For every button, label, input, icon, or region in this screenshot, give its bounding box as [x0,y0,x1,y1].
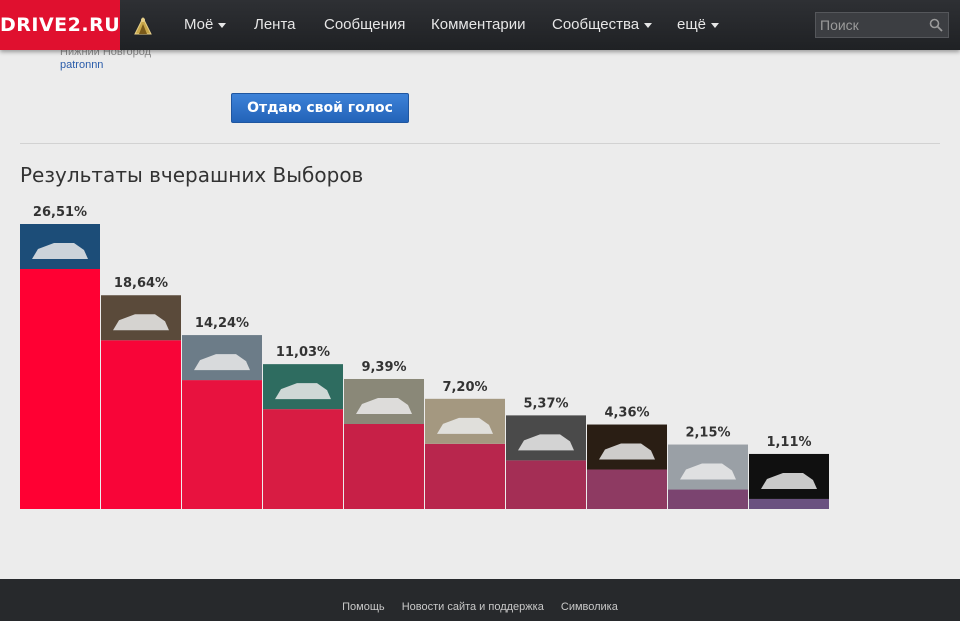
chevron-down-icon [644,22,653,28]
chevron-down-icon [218,22,227,28]
section-divider [20,143,940,144]
nav-item-more[interactable]: ещё [677,0,720,50]
nav-item-comments[interactable]: Комментарии [431,0,525,50]
footer: Помощь Новости сайта и поддержка Символи… [0,579,960,621]
chart-bar[interactable] [182,380,262,509]
chart-bar[interactable] [101,340,181,509]
top-navbar: DRIVE2.RU Моё Лента Сообщения Комментари… [0,0,960,50]
search-icon[interactable] [929,18,943,32]
bar-value-label: 2,15% [685,426,730,441]
chevron-down-icon [711,22,720,28]
bar-value-label: 18,64% [114,276,168,291]
results-title: Результаты вчерашних Выборов [20,163,364,187]
bar-value-label: 1,11% [766,435,811,450]
chart-bar[interactable] [668,489,748,509]
footer-link-help[interactable]: Помощь [342,601,385,613]
bar-value-label: 4,36% [604,406,649,421]
bar-value-label: 26,51% [33,205,87,220]
chart-bar[interactable] [749,498,829,509]
city-crest-icon[interactable] [132,14,154,36]
footer-links: Помощь Новости сайта и поддержка Символи… [0,601,960,613]
footer-link-news[interactable]: Новости сайта и поддержка [402,601,544,613]
profile-username-link[interactable]: patronnn [60,59,103,71]
results-bar-chart: 26,51% 18,64% 14,24% 11,03% 9,39% 7,20% 5,37% 4… [20,205,829,509]
bar-value-label: 5,37% [523,396,568,411]
bar-value-label: 11,03% [276,345,330,360]
nav-item-feed[interactable]: Лента [254,0,296,50]
bar-value-label: 14,24% [195,316,249,331]
bar-value-label: 7,20% [442,380,487,395]
chart-bar[interactable] [263,409,343,509]
nav-item-my[interactable]: Моё [184,0,227,50]
nav-item-messages[interactable]: Сообщения [324,0,405,50]
nav-item-communities[interactable]: Сообщества [552,0,653,50]
footer-link-symbols[interactable]: Символика [561,601,618,613]
site-logo[interactable]: DRIVE2.RU [0,0,120,50]
chart-bar[interactable] [425,443,505,509]
search-input[interactable] [816,13,926,37]
chart-bar[interactable] [344,423,424,509]
chart-bar[interactable] [20,269,100,509]
search-box [815,12,949,38]
bar-value-label: 9,39% [361,360,406,375]
vote-button[interactable]: Отдаю свой голос [231,93,409,123]
chart-bar[interactable] [506,460,586,509]
chart-bar[interactable] [587,469,667,509]
